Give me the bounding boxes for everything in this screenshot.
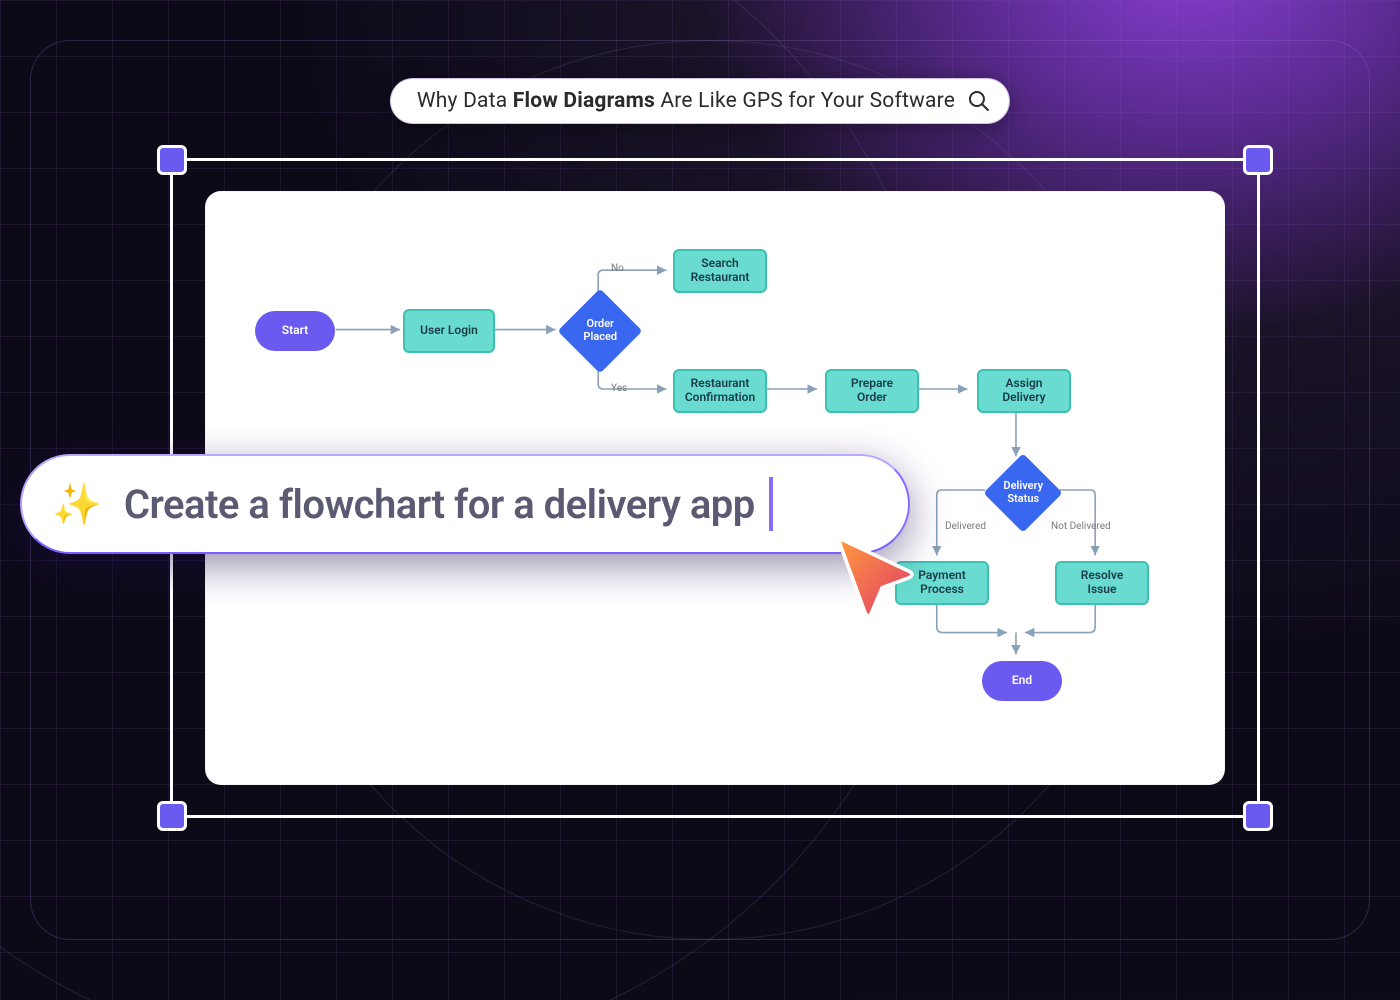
node-assign-delivery-label: Assign Delivery [987,377,1061,405]
title-search-pill: Why Data Flow Diagrams Are Like GPS for … [390,78,1010,124]
title-text: Why Data Flow Diagrams Are Like GPS for … [417,89,955,113]
node-search-restaurant-label: Search Restaurant [683,257,757,285]
title-prefix: Why Data [417,89,513,113]
node-start[interactable]: Start [255,311,335,351]
edge-label-no: No [611,263,624,274]
node-prepare-order-label: Prepare Order [835,377,909,405]
node-payment-process[interactable]: Payment Process [895,561,989,605]
node-order-placed-label: Order Placed [570,318,630,343]
resize-handle-bottom-left[interactable] [157,801,187,831]
node-restaurant-confirmation-label: Restaurant Confirmation [683,377,757,405]
title-bold: Flow Diagrams [513,89,655,113]
ai-prompt-input[interactable]: ✨ Create a flowchart for a delivery app [20,454,910,554]
node-end-label: End [1012,674,1032,688]
node-prepare-order[interactable]: Prepare Order [825,369,919,413]
node-payment-process-label: Payment Process [905,569,979,597]
node-resolve-issue[interactable]: Resolve Issue [1055,561,1149,605]
sparkle-icon: ✨ [52,481,102,528]
node-user-login[interactable]: User Login [403,309,495,353]
node-search-restaurant[interactable]: Search Restaurant [673,249,767,293]
node-start-label: Start [282,324,308,338]
edge-label-delivered: Delivered [945,521,986,532]
node-assign-delivery[interactable]: Assign Delivery [977,369,1071,413]
node-resolve-issue-label: Resolve Issue [1065,569,1139,597]
node-restaurant-confirmation[interactable]: Restaurant Confirmation [673,369,767,413]
ai-prompt-text: Create a flowchart for a delivery app [124,481,755,528]
edge-label-not-delivered: Not Delivered [1051,521,1111,532]
node-user-login-label: User Login [420,324,478,338]
resize-handle-top-left[interactable] [157,145,187,175]
node-order-placed[interactable]: Order Placed [558,289,643,374]
resize-handle-bottom-right[interactable] [1243,801,1273,831]
node-delivery-status-label: Delivery Status [995,480,1051,505]
title-suffix: Are Like GPS for Your Software [655,89,955,113]
search-icon [967,89,991,113]
edge-label-yes: Yes [611,383,627,394]
text-cursor [769,477,773,531]
resize-handle-top-right[interactable] [1243,145,1273,175]
node-end[interactable]: End [982,661,1062,701]
